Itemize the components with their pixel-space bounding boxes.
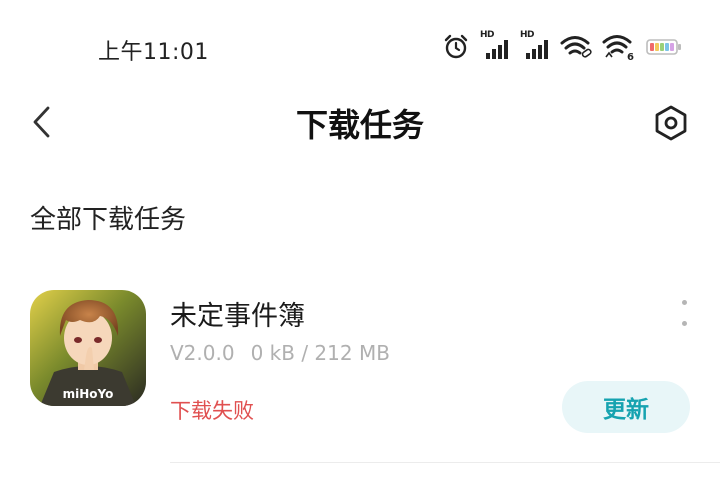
hd-signal-icon: HD bbox=[520, 30, 550, 61]
status-icons: HD HD 6 bbox=[442, 30, 682, 63]
app-version: V2.0.0 bbox=[170, 341, 235, 365]
more-options-button[interactable] bbox=[674, 300, 694, 326]
section-title: 全部下载任务 bbox=[30, 205, 187, 235]
brand-logo: miHoYo bbox=[63, 387, 114, 401]
update-button[interactable]: 更新 bbox=[562, 381, 690, 433]
status-bar: 上午11:01 HD HD 6 bbox=[0, 0, 720, 90]
hd-label: HD bbox=[480, 30, 495, 40]
hexagon-settings-icon bbox=[655, 105, 687, 141]
wifi-link-icon bbox=[560, 34, 592, 60]
more-dot bbox=[681, 321, 687, 326]
more-dot bbox=[681, 300, 687, 305]
alarm-icon bbox=[442, 33, 470, 61]
battery-icon bbox=[646, 38, 682, 56]
wifi-6-icon: 6 bbox=[602, 33, 636, 63]
task-row[interactable]: miHoYo 未定事件簿 V2.0.0 0 kB / 212 MB 下载失败 更… bbox=[0, 280, 720, 463]
wifi-badge: 6 bbox=[627, 52, 634, 63]
status-time: 上午11:01 bbox=[98, 40, 209, 65]
header: 下载任务 bbox=[0, 90, 720, 154]
hd-label: HD bbox=[520, 30, 535, 40]
task-status: 下载失败 bbox=[170, 399, 254, 423]
app-icon: miHoYo bbox=[30, 290, 146, 406]
hd-signal-icon: HD bbox=[480, 30, 510, 61]
task-meta: V2.0.0 0 kB / 212 MB bbox=[170, 341, 390, 365]
download-progress: 0 kB / 212 MB bbox=[250, 341, 390, 365]
settings-button[interactable] bbox=[650, 102, 692, 144]
app-name: 未定事件簿 bbox=[170, 301, 305, 332]
page-title: 下载任务 bbox=[295, 106, 424, 144]
divider bbox=[170, 462, 720, 463]
